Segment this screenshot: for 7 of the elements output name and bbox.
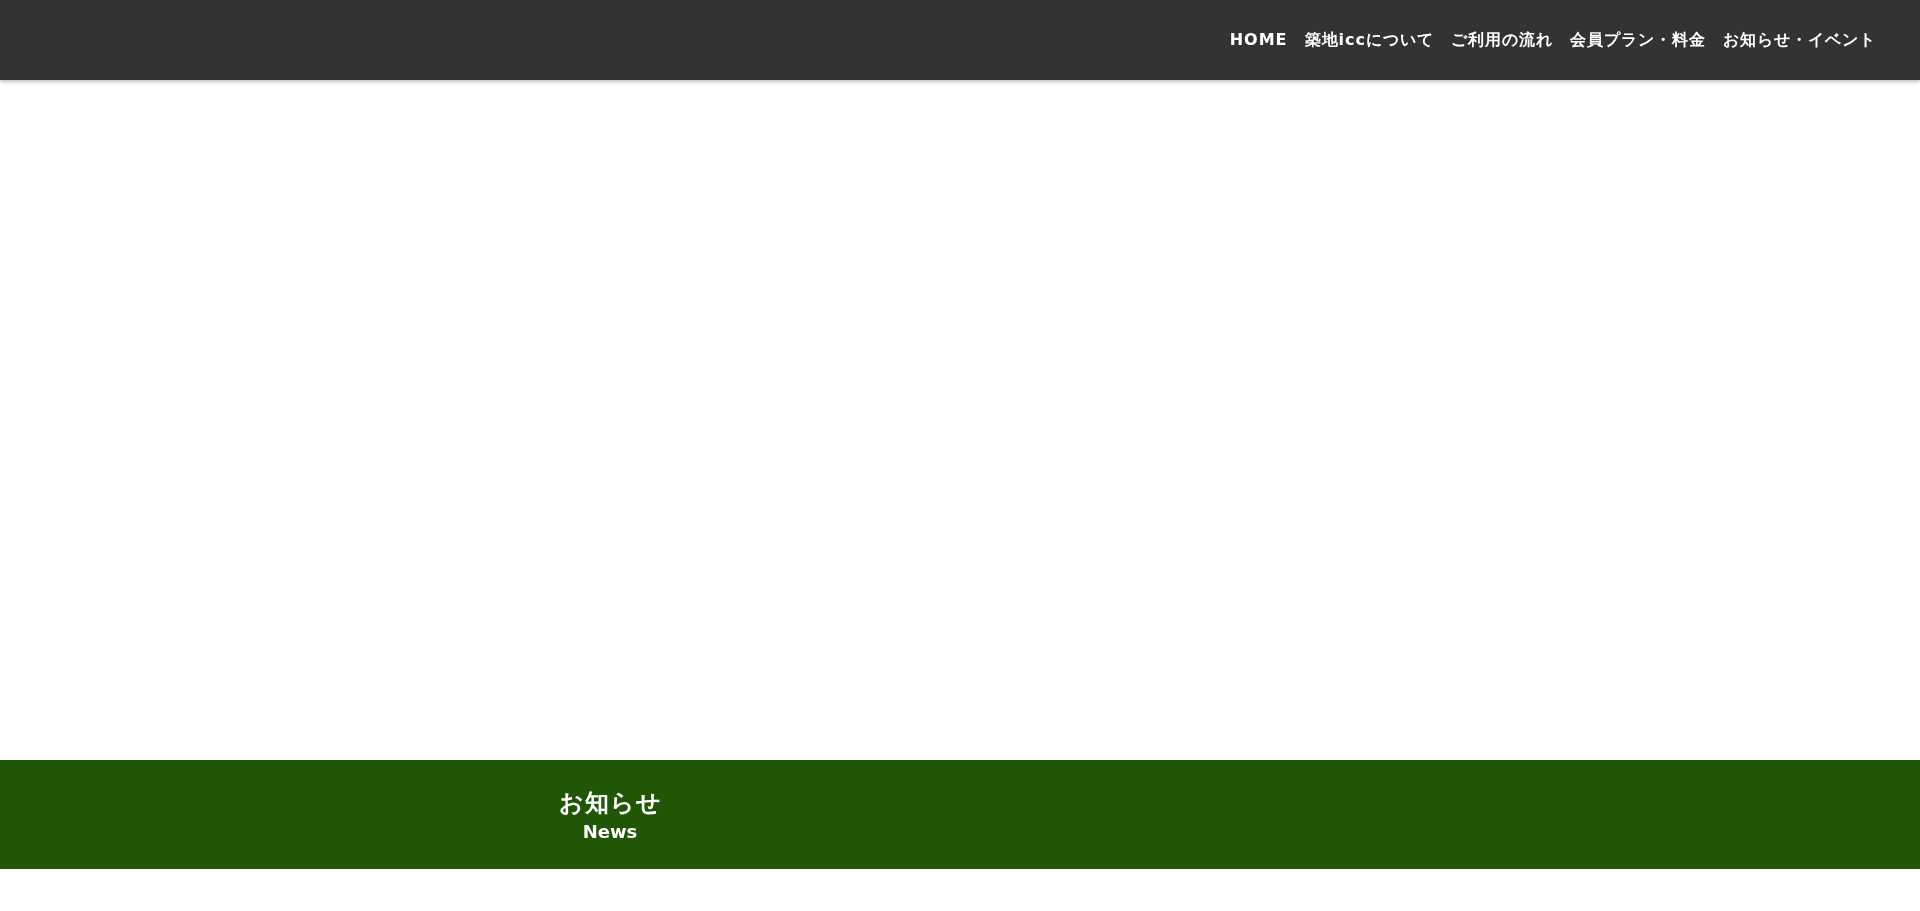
nav-link[interactable]: お知らせ・イベント [1723,29,1876,51]
nav-link[interactable]: ご利用の流れ [1451,29,1553,51]
nav-link[interactable]: HOME [1229,29,1288,51]
nav-link[interactable]: 築地iccについて [1304,29,1434,51]
nav-link[interactable]: 会員プラン・料金 [1570,29,1706,51]
section-title: お知らせ [558,788,662,819]
section-subtitle: News [582,821,638,842]
